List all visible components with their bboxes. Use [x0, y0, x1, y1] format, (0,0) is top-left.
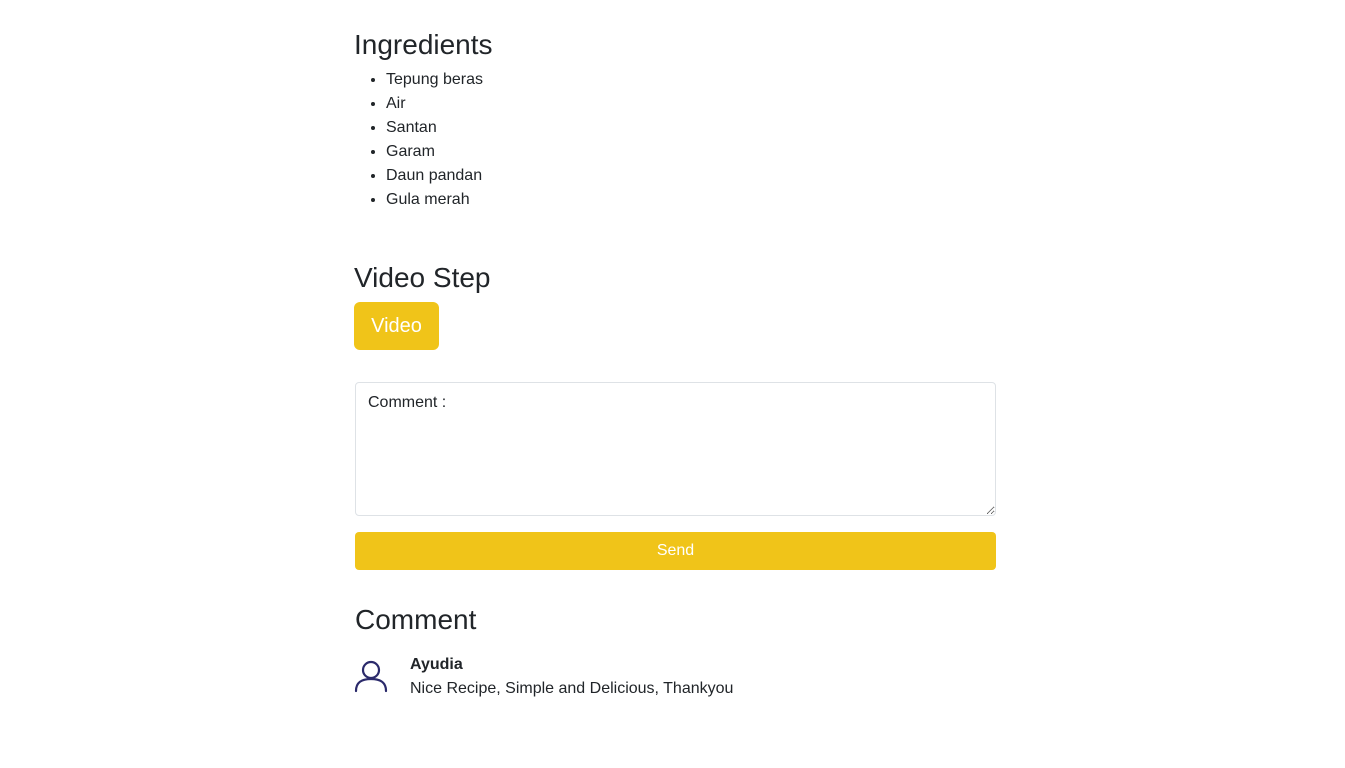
- comment-heading: Comment: [355, 604, 477, 635]
- ingredients-list: Tepung beras Air Santan Garam Daun panda…: [354, 68, 483, 212]
- page: Ingredients Tepung beras Air Santan Gara…: [0, 0, 1345, 768]
- ingredient-item: Garam: [386, 140, 483, 164]
- ingredient-item: Daun pandan: [386, 164, 483, 188]
- video-button[interactable]: Video: [354, 302, 439, 350]
- comment-item: Ayudia Nice Recipe, Simple and Delicious…: [354, 655, 996, 705]
- ingredients-heading: Ingredients: [354, 29, 493, 60]
- video-step-heading: Video Step: [354, 262, 491, 293]
- user-icon: [354, 659, 388, 693]
- comment-text: Nice Recipe, Simple and Delicious, Thank…: [410, 680, 734, 697]
- ingredient-item: Gula merah: [386, 188, 483, 212]
- ingredient-item: Tepung beras: [386, 68, 483, 92]
- comment-author: Ayudia: [410, 656, 463, 673]
- send-button[interactable]: Send: [355, 532, 996, 570]
- comment-input[interactable]: [355, 382, 996, 516]
- ingredient-item: Santan: [386, 116, 483, 140]
- ingredient-item: Air: [386, 92, 483, 116]
